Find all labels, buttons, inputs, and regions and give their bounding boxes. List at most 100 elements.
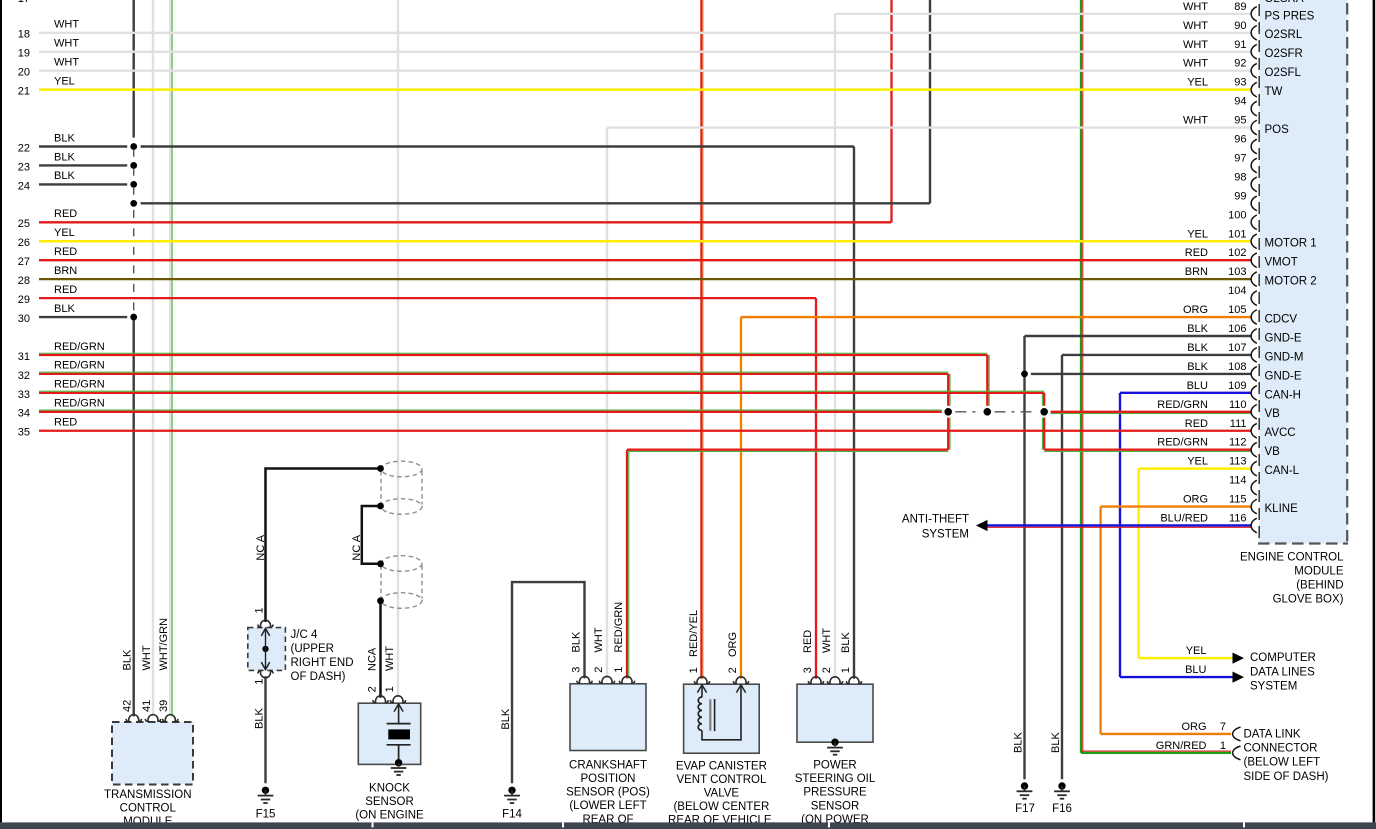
- svg-text:RED: RED: [1185, 418, 1208, 430]
- svg-text:96: 96: [1234, 134, 1246, 146]
- svg-text:22: 22: [18, 142, 30, 154]
- svg-text:CDCV: CDCV: [1265, 313, 1298, 325]
- svg-text:1: 1: [1220, 740, 1226, 752]
- svg-text:SENSOR: SENSOR: [811, 800, 860, 812]
- svg-text:NCA: NCA: [367, 647, 379, 671]
- svg-text:PS PRES: PS PRES: [1265, 10, 1315, 22]
- svg-text:MOTOR 2: MOTOR 2: [1265, 276, 1317, 288]
- svg-text:VB: VB: [1265, 446, 1281, 458]
- svg-text:O2SFL: O2SFL: [1265, 67, 1302, 79]
- svg-text:102: 102: [1228, 247, 1246, 259]
- svg-text:BLK: BLK: [1187, 361, 1208, 373]
- svg-text:PRESSURE: PRESSURE: [803, 787, 867, 799]
- svg-text:105: 105: [1228, 304, 1246, 316]
- svg-text:ORG: ORG: [1181, 721, 1206, 733]
- svg-text:DATA LINK: DATA LINK: [1244, 729, 1301, 741]
- svg-text:1: 1: [253, 607, 265, 613]
- svg-text:CAN-L: CAN-L: [1265, 465, 1300, 477]
- svg-text:BLU/RED: BLU/RED: [1160, 513, 1208, 525]
- svg-text:WHT: WHT: [384, 646, 396, 671]
- svg-text:BLK: BLK: [54, 303, 75, 315]
- svg-text:RED/YEL: RED/YEL: [688, 610, 700, 657]
- svg-text:BLK: BLK: [571, 631, 583, 652]
- svg-text:25: 25: [18, 218, 30, 230]
- svg-text:103: 103: [1228, 266, 1246, 278]
- svg-text:RED: RED: [54, 284, 77, 296]
- svg-text:BLK: BLK: [54, 170, 75, 182]
- svg-text:92: 92: [1234, 58, 1246, 70]
- svg-text:F16: F16: [1052, 803, 1072, 815]
- svg-text:107: 107: [1228, 342, 1246, 354]
- svg-text:BLU: BLU: [1185, 664, 1206, 676]
- svg-text:ORG: ORG: [727, 632, 739, 657]
- svg-text:YEL: YEL: [54, 227, 75, 239]
- svg-text:2: 2: [593, 667, 605, 673]
- svg-text:110: 110: [1229, 399, 1247, 411]
- svg-text:1: 1: [688, 667, 700, 673]
- svg-text:VMOT: VMOT: [1265, 257, 1298, 269]
- svg-text:2: 2: [367, 686, 379, 692]
- svg-text:111: 111: [1230, 418, 1247, 430]
- svg-text:3: 3: [571, 667, 583, 673]
- svg-text:OF DASH): OF DASH): [291, 671, 346, 683]
- svg-text:39: 39: [158, 700, 170, 712]
- svg-text:SIDE OF DASH): SIDE OF DASH): [1244, 771, 1329, 783]
- svg-text:98: 98: [1234, 171, 1246, 183]
- svg-text:RED/GRN: RED/GRN: [1157, 437, 1208, 449]
- svg-text:BLK: BLK: [122, 649, 134, 670]
- svg-text:RED/GRN: RED/GRN: [54, 379, 105, 391]
- svg-text:WHT: WHT: [54, 19, 79, 31]
- svg-text:94: 94: [1234, 96, 1246, 108]
- svg-text:BRN: BRN: [1185, 266, 1208, 278]
- svg-text:YEL: YEL: [1187, 456, 1208, 468]
- svg-text:1: 1: [253, 679, 265, 685]
- svg-text:33: 33: [18, 389, 30, 401]
- svg-text:(BELOW LEFT: (BELOW LEFT: [1244, 757, 1321, 769]
- svg-text:(BEHIND: (BEHIND: [1296, 579, 1343, 591]
- svg-text:91: 91: [1234, 39, 1246, 51]
- svg-text:RED/GRN: RED/GRN: [54, 341, 105, 353]
- svg-text:TW: TW: [1265, 86, 1283, 98]
- svg-text:COMPUTER: COMPUTER: [1250, 652, 1316, 664]
- svg-text:34: 34: [18, 408, 30, 420]
- svg-text:CRANKSHAFT: CRANKSHAFT: [569, 759, 647, 771]
- svg-text:SENSOR (POS): SENSOR (POS): [566, 787, 650, 799]
- svg-text:27: 27: [18, 256, 30, 268]
- svg-text:EVAP CANISTER: EVAP CANISTER: [676, 760, 767, 772]
- svg-text:YEL: YEL: [54, 75, 75, 87]
- svg-text:106: 106: [1228, 323, 1246, 335]
- svg-text:RED: RED: [54, 246, 77, 258]
- svg-text:BLK: BLK: [840, 632, 852, 653]
- svg-text:SYSTEM: SYSTEM: [1250, 680, 1297, 692]
- svg-text:(LOWER LEFT: (LOWER LEFT: [569, 800, 646, 812]
- svg-text:YEL: YEL: [1187, 77, 1208, 89]
- svg-text:ENGINE CONTROL: ENGINE CONTROL: [1240, 551, 1344, 563]
- svg-text:BLK: BLK: [1187, 323, 1208, 335]
- svg-text:O2SFR: O2SFR: [1265, 48, 1303, 60]
- svg-text:WHT: WHT: [593, 627, 605, 652]
- svg-text:116: 116: [1229, 513, 1247, 525]
- svg-text:(BELOW CENTER: (BELOW CENTER: [673, 801, 769, 813]
- svg-text:RED/GRN: RED/GRN: [54, 360, 105, 372]
- svg-text:POWER: POWER: [813, 760, 856, 772]
- svg-text:RED/GRN: RED/GRN: [1157, 399, 1208, 411]
- svg-text:WHT: WHT: [1183, 58, 1208, 70]
- svg-text:WHT: WHT: [821, 628, 833, 653]
- svg-text:RIGHT END: RIGHT END: [291, 657, 354, 669]
- svg-text:7: 7: [1220, 721, 1226, 733]
- svg-text:29: 29: [18, 294, 30, 306]
- svg-text:STEERING OIL: STEERING OIL: [795, 773, 876, 785]
- svg-text:GND-E: GND-E: [1265, 332, 1302, 344]
- svg-text:2: 2: [821, 667, 833, 673]
- svg-text:ORG: ORG: [1183, 304, 1208, 316]
- svg-text:42: 42: [122, 700, 134, 712]
- svg-text:18: 18: [18, 29, 30, 41]
- svg-text:19: 19: [18, 48, 30, 60]
- svg-text:RED: RED: [802, 630, 814, 653]
- svg-text:108: 108: [1228, 361, 1246, 373]
- svg-text:RED: RED: [54, 417, 77, 429]
- svg-text:115: 115: [1229, 494, 1247, 506]
- svg-text:RED: RED: [1185, 247, 1208, 259]
- svg-text:BLK: BLK: [1187, 342, 1208, 354]
- svg-text:26: 26: [18, 237, 30, 249]
